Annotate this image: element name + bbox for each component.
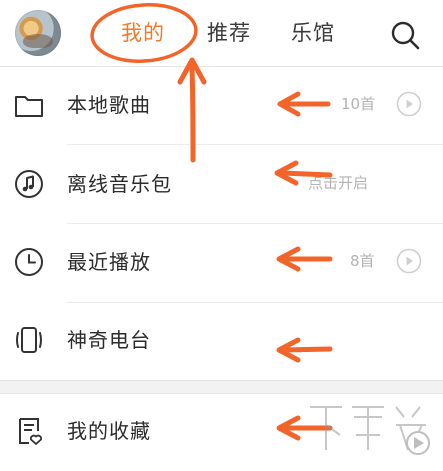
enable-offline-link[interactable]: 点击开启 — [308, 173, 368, 193]
list-item-magic-radio[interactable]: 神奇电台 — [0, 303, 443, 381]
top-bar: 我的 推荐 乐馆 — [0, 0, 443, 66]
list-item-label: 离线音乐包 — [67, 172, 172, 196]
favorites-list-icon — [19, 418, 43, 445]
search-icon[interactable] — [389, 19, 421, 51]
list-item-label: 本地歌曲 — [67, 93, 151, 117]
clock-icon — [15, 248, 43, 276]
tab-music-hall[interactable]: 乐馆 — [291, 19, 335, 47]
music-note-icon — [15, 170, 43, 198]
song-count: 10首 — [341, 95, 376, 113]
list-item-local-songs[interactable]: 本地歌曲 10首 — [0, 66, 443, 144]
play-circle-icon[interactable] — [396, 248, 422, 274]
watermark-logo — [310, 406, 430, 455]
play-circle-icon[interactable] — [396, 91, 422, 117]
list-item-offline-music-pack[interactable]: 离线音乐包 点击开启 — [0, 145, 443, 223]
song-count: 8首 — [350, 252, 375, 270]
list-item-label: 最近播放 — [67, 250, 151, 274]
folder-icon — [15, 96, 43, 117]
user-avatar[interactable] — [15, 10, 61, 56]
tab-recommend[interactable]: 推荐 — [207, 19, 251, 47]
phone-radio-icon — [16, 327, 42, 353]
tab-mine[interactable]: 我的 — [121, 19, 165, 47]
list-item-label: 我的收藏 — [67, 419, 151, 443]
list-item-label: 神奇电台 — [67, 328, 151, 352]
list-item-recently-played[interactable]: 最近播放 8首 — [0, 224, 443, 302]
section-gap — [0, 380, 443, 394]
